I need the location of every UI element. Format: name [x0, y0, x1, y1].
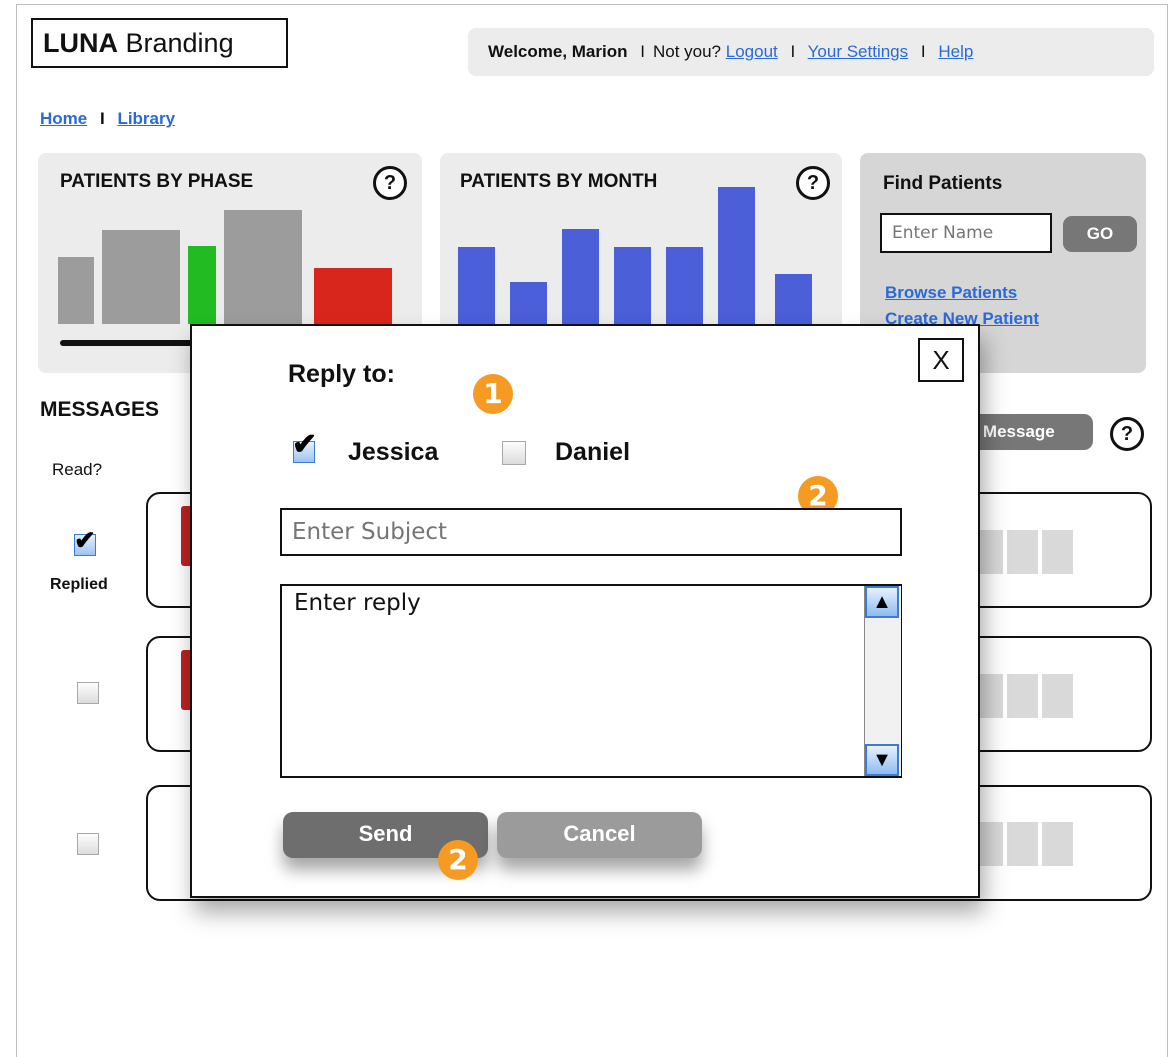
subject-input[interactable] [280, 508, 902, 556]
separator: I [790, 42, 796, 61]
go-button[interactable]: GO [1063, 216, 1137, 252]
month-panel-title: PATIENTS BY MONTH [460, 171, 658, 192]
message-preview-blocks [972, 822, 1073, 866]
phase-panel-title: PATIENTS BY PHASE [60, 171, 254, 192]
welcome-text: Welcome, Marion [488, 42, 628, 61]
browse-patients-link[interactable]: Browse Patients [885, 283, 1017, 303]
message-preview-blocks [972, 674, 1073, 718]
find-name-input[interactable] [880, 213, 1052, 253]
reply-placeholder: Enter reply [294, 590, 421, 616]
read-column-header: Read? [52, 460, 103, 479]
recipient-name-jessica: Jessica [348, 438, 439, 466]
reply-to-label: Reply to: [288, 360, 395, 388]
chart-bar [510, 282, 547, 324]
scroll-down-icon[interactable]: ▼ [865, 744, 899, 776]
settings-link[interactable]: Your Settings [808, 42, 909, 61]
read-checkbox-2[interactable] [77, 682, 99, 704]
chart-bar [562, 229, 599, 324]
breadcrumb: Home I Library [40, 109, 175, 129]
replied-label: Replied [50, 576, 108, 593]
help-link[interactable]: Help [938, 42, 973, 61]
scroll-up-icon[interactable]: ▲ [865, 586, 899, 618]
messages-title: MESSAGES [40, 398, 160, 421]
read-checkbox-3[interactable] [77, 833, 99, 855]
checkmark-icon: ✔ [74, 525, 96, 555]
chart-bar [458, 247, 495, 324]
separator: I [920, 42, 926, 61]
step-badge-1: 1 [473, 374, 513, 414]
breadcrumb-library[interactable]: Library [117, 109, 175, 128]
close-button[interactable]: X [918, 338, 964, 382]
user-bar: Welcome, Marion I Not you? Logout I Your … [468, 28, 1154, 76]
breadcrumb-separator: I [99, 109, 105, 128]
brand-logo: LUNA Branding [31, 18, 288, 68]
not-you-text: Not you? [652, 42, 722, 61]
breadcrumb-home[interactable]: Home [40, 109, 87, 128]
recipient-checkbox-daniel[interactable] [502, 441, 526, 465]
checkmark-icon: ✔ [292, 428, 318, 461]
messages-help-icon[interactable]: ? [1110, 417, 1144, 451]
brand-rest: Branding [118, 28, 234, 58]
month-help-icon[interactable]: ? [796, 166, 830, 200]
step-badge-3: 2 [438, 840, 478, 880]
cancel-button[interactable]: Cancel [497, 812, 702, 858]
separator: I [640, 42, 645, 61]
find-title: Find Patients [883, 173, 1003, 194]
chart-bar [224, 210, 302, 324]
chart-bar [718, 187, 755, 324]
phase-help-icon[interactable]: ? [373, 166, 407, 200]
chart-bar [614, 247, 651, 324]
chart-bar [666, 247, 703, 324]
chart-bar [775, 273, 812, 324]
chart-bar [102, 230, 180, 324]
chart-bar [188, 246, 216, 324]
chart-bar [58, 256, 94, 324]
brand-bold: LUNA [43, 28, 118, 58]
reply-scrollbar[interactable]: ▲ ▼ [864, 586, 901, 776]
recipient-name-daniel: Daniel [555, 438, 631, 466]
phase-progress-line [60, 340, 200, 346]
logout-link[interactable]: Logout [726, 42, 778, 61]
message-preview-blocks [972, 530, 1073, 574]
reply-textarea[interactable]: Enter reply [280, 584, 902, 778]
chart-bar [314, 267, 392, 324]
